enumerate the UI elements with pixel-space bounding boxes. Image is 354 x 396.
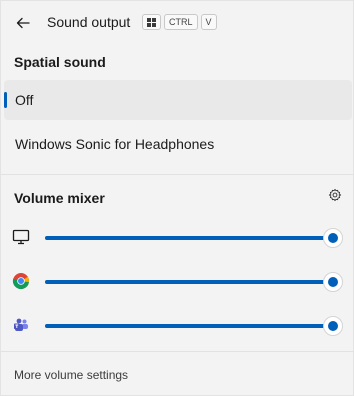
ctrl-key: CTRL	[164, 14, 198, 30]
flyout-header: Sound output CTRL V	[1, 1, 354, 45]
divider	[1, 174, 354, 175]
slider-thumb[interactable]	[323, 316, 343, 336]
back-arrow-icon	[16, 17, 30, 29]
v-key: V	[200, 14, 217, 30]
teams-volume-slider[interactable]	[45, 316, 343, 336]
shortcut-keys: CTRL V	[142, 14, 217, 30]
slider-fill	[45, 280, 333, 284]
windows-key	[142, 14, 161, 30]
mixer-row-system	[1, 222, 354, 252]
chrome-volume-slider[interactable]	[45, 272, 343, 292]
slider-thumb[interactable]	[323, 228, 343, 248]
sound-output-flyout: Sound output CTRL V Spatial sound Off Wi…	[0, 0, 354, 396]
teams-icon	[12, 316, 30, 334]
spatial-option-label: Windows Sonic for Headphones	[15, 136, 215, 152]
slider-fill	[45, 236, 333, 240]
spatial-option-label: Off	[15, 92, 34, 108]
windows-logo-icon	[147, 17, 156, 27]
system-volume-slider[interactable]	[45, 228, 343, 248]
more-volume-settings-link[interactable]: More volume settings	[14, 368, 128, 382]
mixer-settings-button[interactable]	[326, 186, 344, 204]
volume-mixer-heading: Volume mixer	[14, 190, 105, 206]
spatial-sound-heading: Spatial sound	[14, 54, 106, 70]
gear-icon	[328, 188, 342, 202]
selection-indicator	[4, 92, 7, 108]
spatial-option-off[interactable]: Off	[4, 80, 352, 120]
mixer-row-chrome	[1, 266, 354, 296]
slider-fill	[45, 324, 333, 328]
slider-thumb[interactable]	[323, 272, 343, 292]
page-title: Sound output	[47, 14, 131, 30]
divider	[1, 351, 354, 352]
back-button[interactable]	[9, 10, 37, 36]
monitor-icon	[12, 228, 30, 246]
mixer-row-teams	[1, 310, 354, 340]
chrome-icon	[12, 272, 30, 290]
spatial-option-windows-sonic[interactable]: Windows Sonic for Headphones	[4, 124, 352, 164]
